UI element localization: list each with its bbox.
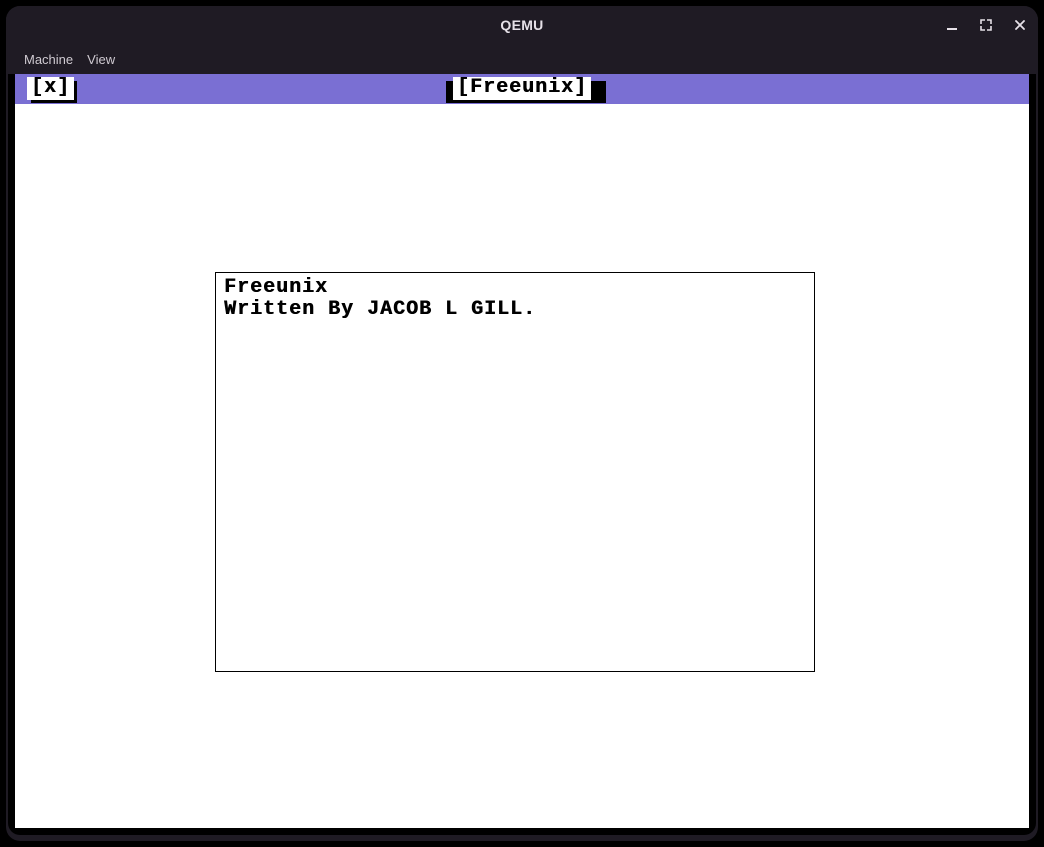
guest-header-bar: [x] [Freeunix] [15, 74, 1029, 104]
guest-display-border: [x] [Freeunix] Freeunix Written By JACOB… [8, 74, 1036, 835]
guest-close-control[interactable]: [x] [27, 77, 74, 100]
menubar: Machine View [6, 44, 1038, 74]
guest-display[interactable]: [x] [Freeunix] Freeunix Written By JACOB… [15, 74, 1029, 828]
guest-body: Freeunix Written By JACOB L GILL. [15, 104, 1029, 828]
minimize-icon [945, 18, 959, 32]
close-icon [1013, 18, 1027, 32]
guest-title: [Freeunix] [453, 77, 591, 100]
menu-view[interactable]: View [87, 52, 115, 67]
maximize-icon [979, 18, 993, 32]
window-title: QEMU [500, 17, 543, 33]
close-button[interactable] [1008, 13, 1032, 37]
about-line-2: Written By JACOB L GILL. [224, 299, 806, 321]
titlebar: QEMU [6, 6, 1038, 44]
minimize-button[interactable] [940, 13, 964, 37]
menu-machine[interactable]: Machine [24, 52, 73, 67]
app-window: QEMU Machine View [6, 6, 1038, 841]
about-panel: Freeunix Written By JACOB L GILL. [215, 272, 815, 672]
window-controls [940, 6, 1032, 44]
maximize-button[interactable] [974, 13, 998, 37]
about-line-1: Freeunix [224, 277, 806, 299]
